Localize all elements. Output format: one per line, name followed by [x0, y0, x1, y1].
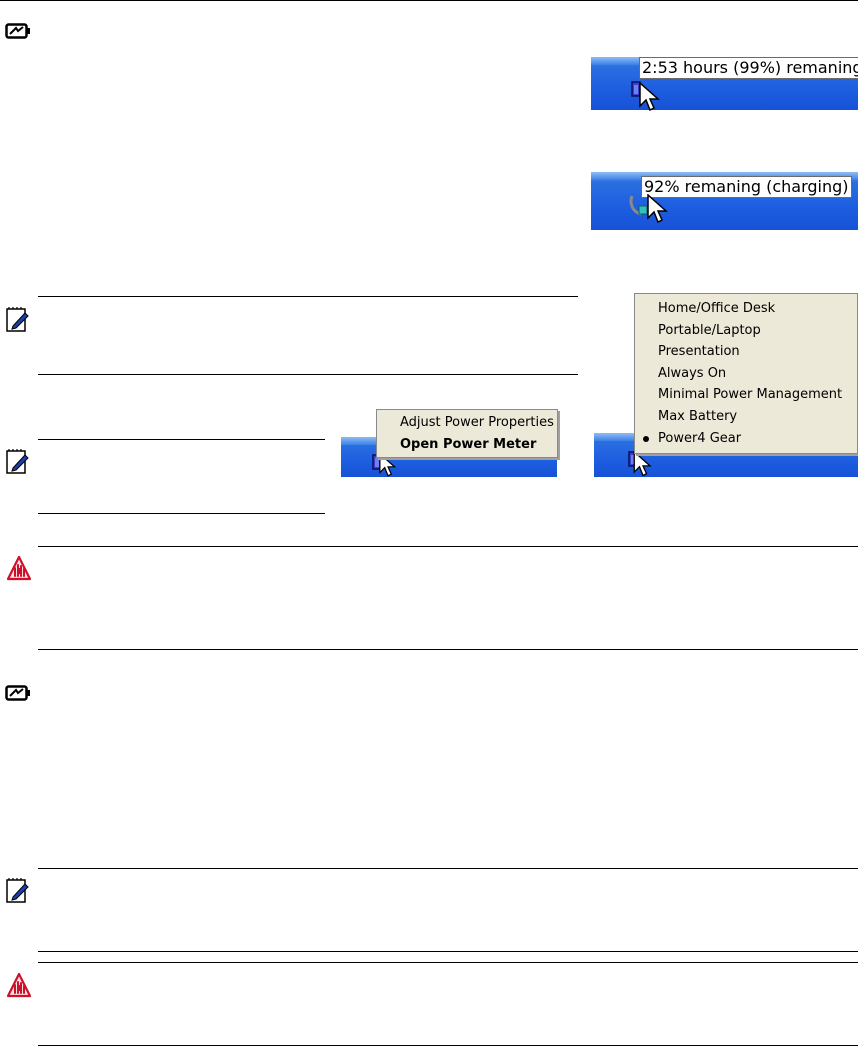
note-pencil-icon — [6, 878, 29, 903]
note-bottom-rule — [38, 374, 578, 375]
menu-item-adjust-power-properties[interactable]: Adjust Power Properties — [377, 412, 557, 434]
battery-icon — [5, 23, 30, 39]
mouse-pointer-icon — [647, 194, 668, 224]
menu-item-minimal-power-management[interactable]: Minimal Power Management — [635, 384, 857, 406]
menu-item-label: Always On — [658, 365, 727, 381]
menu-item-open-power-meter[interactable]: Open Power Meter — [377, 434, 557, 456]
battery-tooltip: 2:53 hours (99%) remaning — [639, 57, 858, 79]
power4-gear-context-menu: Home/Office Desk Portable/Laptop Presentat… — [634, 293, 858, 455]
menu-item-max-battery[interactable]: Max Battery — [635, 406, 857, 428]
menu-item-presentation[interactable]: Presentation — [635, 341, 857, 363]
selected-bullet-icon — [643, 435, 649, 442]
charging-tooltip: 92% remaning (charging) — [641, 176, 852, 198]
note-bottom-rule — [38, 513, 325, 514]
warning-top-rule — [38, 546, 858, 547]
power-context-menu: Adjust Power Properties Open Power Meter — [376, 409, 558, 459]
warning-hand-icon — [6, 555, 32, 581]
menu-item-label: Minimal Power Management — [658, 387, 843, 403]
battery-icon — [5, 685, 30, 701]
menu-item-label: Open Power Meter — [400, 436, 537, 452]
menu-item-portable-laptop[interactable]: Portable/Laptop — [635, 320, 857, 342]
menu-item-label: Portable/Laptop — [658, 322, 761, 338]
menu-item-always-on[interactable]: Always On — [635, 363, 857, 385]
mouse-pointer-icon — [639, 82, 660, 112]
taskbar-battery-remaining: 2:53 hours (99%) remaning — [591, 57, 858, 112]
note-top-rule — [38, 439, 325, 440]
mouse-pointer-icon — [633, 451, 652, 477]
menu-item-label: Adjust Power Properties — [400, 415, 554, 430]
warning-bottom-rule — [38, 649, 858, 650]
note-pencil-icon — [6, 307, 29, 332]
note-bottom-rule — [38, 951, 858, 952]
menu-item-label: Max Battery — [658, 408, 738, 424]
top-rule — [0, 0, 858, 1]
warning-hand-icon — [6, 972, 32, 998]
note-top-rule — [38, 868, 858, 869]
note-pencil-icon — [6, 449, 29, 474]
note-top-rule — [38, 296, 578, 297]
menu-item-power4-gear[interactable]: Power4 Gear — [635, 428, 857, 450]
taskbar-charging: 92% remaning (charging) — [591, 172, 858, 230]
menu-item-home-office-desk[interactable]: Home/Office Desk — [635, 298, 857, 320]
menu-item-label: Power4 Gear — [658, 430, 742, 446]
menu-item-label: Presentation — [658, 344, 740, 360]
warning-top-rule — [38, 962, 858, 963]
menu-item-label: Home/Office Desk — [658, 301, 776, 316]
